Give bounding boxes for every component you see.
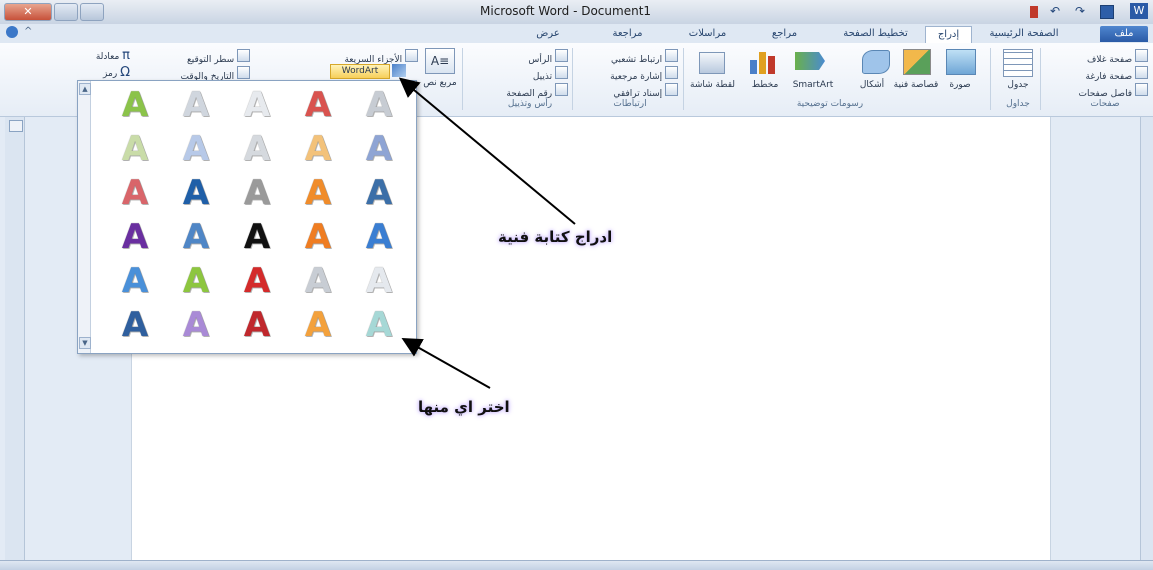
arrow-to-gallery — [401, 338, 491, 389]
arrow-to-wordart-button — [398, 77, 576, 225]
annotation-arrows — [398, 77, 576, 389]
